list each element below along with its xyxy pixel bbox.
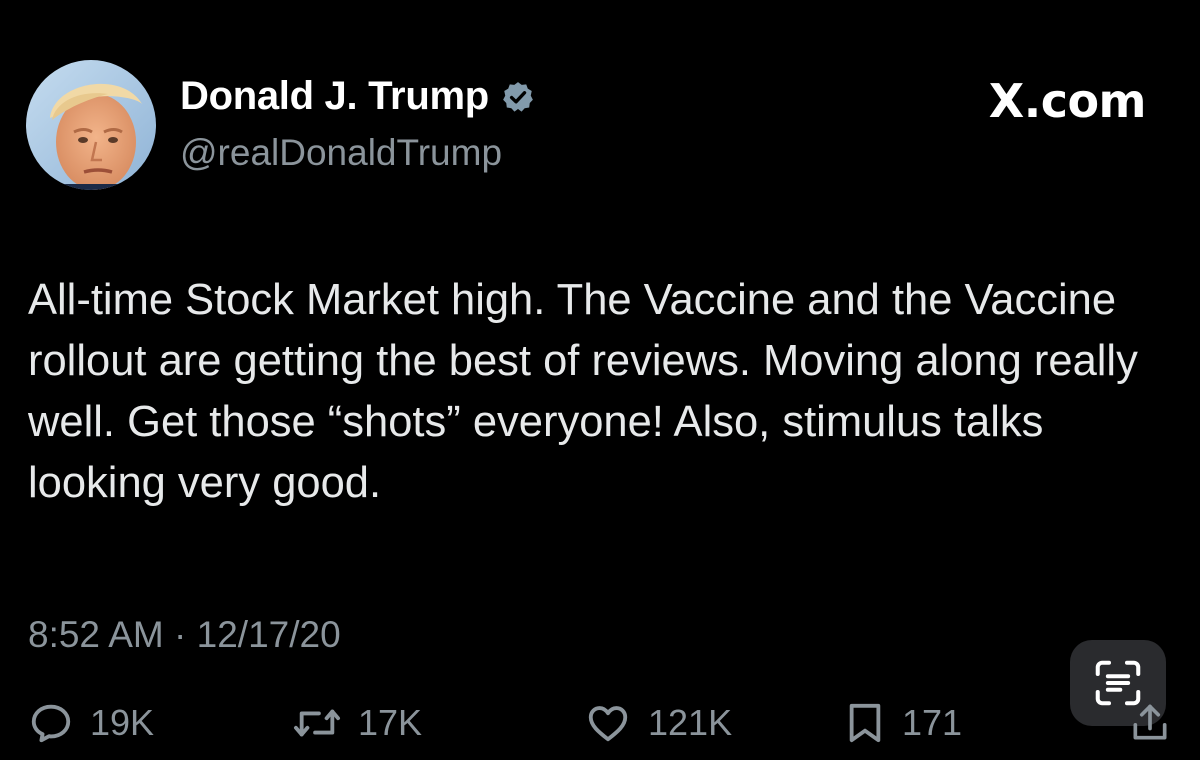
author-name-row: Donald J. Trump: [180, 74, 535, 119]
tweet-timestamp[interactable]: 8:52 AM · 12/17/20: [28, 614, 341, 656]
tweet-action-bar: 19K 17K 121K 171: [0, 700, 1200, 760]
retweet-icon: [293, 709, 340, 737]
bookmark-icon: [849, 703, 881, 743]
author-handle[interactable]: @realDonaldTrump: [180, 132, 502, 174]
bookmark-count: 171: [902, 702, 963, 743]
like-button[interactable]: 121K: [584, 700, 732, 746]
like-count: 121K: [648, 702, 733, 743]
reply-button[interactable]: 19K: [28, 700, 154, 746]
avatar[interactable]: [26, 60, 156, 190]
bookmark-button[interactable]: 171: [844, 700, 962, 746]
reply-icon: [31, 704, 71, 743]
tweet-text: All-time Stock Market high. The Vaccine …: [28, 276, 1138, 507]
retweet-button[interactable]: 17K: [292, 700, 422, 746]
verified-badge-icon: [501, 80, 535, 114]
heart-icon: [588, 706, 628, 742]
share-button[interactable]: [1128, 700, 1172, 746]
site-logo: X.com: [988, 74, 1147, 128]
avatar-image: [26, 60, 156, 190]
reply-count: 19K: [90, 702, 155, 743]
retweet-count: 17K: [358, 702, 423, 743]
share-icon: [1133, 704, 1167, 740]
author-display-name[interactable]: Donald J. Trump: [180, 74, 489, 119]
